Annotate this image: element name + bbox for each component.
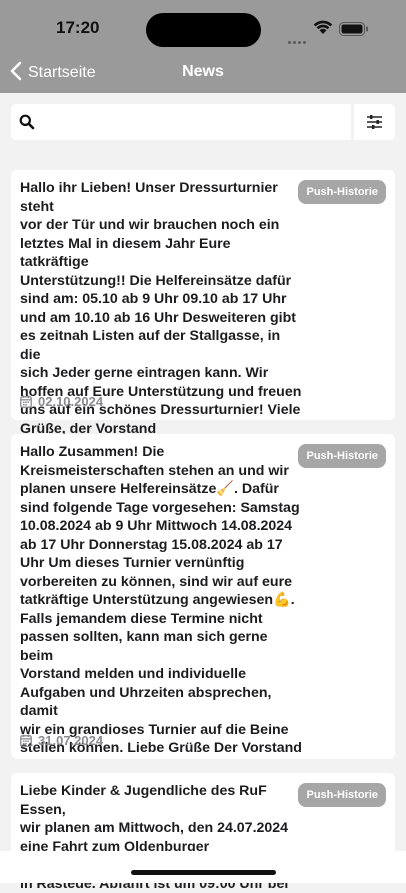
navigation-header: 17:20 Startseite News <box>0 0 406 93</box>
calendar-icon <box>20 395 32 408</box>
wifi-icon <box>313 20 333 40</box>
news-date: 02.10.2024 <box>20 393 103 409</box>
news-text: Hallo Zusammen! Die Kreismeisterschaften… <box>20 444 302 756</box>
search-input[interactable] <box>11 104 351 140</box>
push-history-badge[interactable]: Push-Historie <box>298 180 386 204</box>
news-date-text: 31.07.2024 <box>38 732 104 748</box>
news-card[interactable]: Hallo ihr Lieben! Unser Dressurturnier s… <box>11 170 395 437</box>
page-title: News <box>182 63 224 80</box>
news-date-text: 02.10.2024 <box>38 393 104 409</box>
calendar-icon <box>20 734 32 747</box>
home-indicator[interactable] <box>131 870 276 875</box>
dynamic-island <box>146 13 261 47</box>
news-date: 31.07.2024 <box>20 732 103 748</box>
push-history-badge[interactable]: Push-Historie <box>298 444 386 468</box>
bottom-safe-area <box>0 851 406 883</box>
news-card[interactable]: Hallo Zusammen! Die Kreismeisterschaften… <box>11 434 395 759</box>
cellular-dots-icon <box>288 31 308 49</box>
filter-button[interactable] <box>354 104 395 140</box>
push-history-badge[interactable]: Push-Historie <box>298 783 386 807</box>
battery-icon <box>339 22 369 41</box>
search-icon <box>19 114 35 135</box>
status-time: 17:20 <box>56 18 100 37</box>
filter-sliders-icon <box>367 115 382 129</box>
